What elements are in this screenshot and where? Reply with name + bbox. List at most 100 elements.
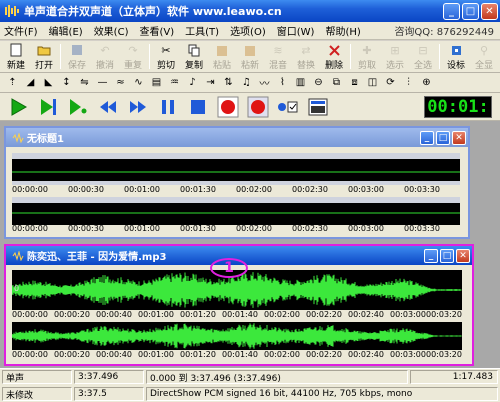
fx-eq-icon[interactable]: ▤ [148,75,165,91]
show-all-icon: ⚲ [479,43,489,57]
time-display: 00:01: [424,95,492,118]
redo-button[interactable]: ↷ 重复 [119,41,147,72]
select-all-button[interactable]: ⊟ 全选 [409,41,437,72]
menu-window[interactable]: 窗口(W) [277,23,315,38]
undo-icon: ↶ [100,43,110,57]
app-icon [5,5,19,17]
copy-icon [187,43,201,57]
play-selection-button[interactable] [36,95,60,119]
track-window-untitled-title: 无标题1 [27,134,64,145]
new-button[interactable]: 新建 [2,41,30,72]
fx-pitch-icon[interactable]: ♪ [184,75,201,91]
fx-noise-icon[interactable]: ♒ [166,75,183,91]
menu-tools[interactable]: 工具(T) [185,23,219,38]
child-close-button[interactable]: ✕ [452,130,466,145]
copy-label: 复制 [184,61,203,71]
marker-label: 设标 [446,61,465,71]
monitor-button[interactable] [276,95,300,119]
waveform-channel-2[interactable] [12,197,460,225]
delete-icon [327,43,341,57]
waveform-channel-1[interactable] [12,153,460,185]
pause-icon [162,99,174,114]
track-window-song[interactable]: 陈奕迅、王菲 - 因为爱情.mp3 _ □ ✕ 0 00:00:00 00:00… [4,244,474,366]
fx-vibrato-icon[interactable]: 〰 [256,75,273,91]
paste-label: 粘贴 [212,61,231,71]
status-modified: 未修改 [2,387,72,401]
menu-file[interactable]: 文件(F) [4,23,38,38]
copy-button[interactable]: 复制 [180,41,208,72]
fast-forward-button[interactable] [126,95,150,119]
fx-stereo-icon[interactable]: ⧉ [328,75,345,91]
menu-options[interactable]: 选项(O) [230,23,266,38]
fx-delay-icon[interactable]: ∿ [130,75,147,91]
fx-fade-in-icon[interactable]: ◢ [22,75,39,91]
pause-button[interactable] [156,95,180,119]
trim-button[interactable]: ✚ 剪取 [353,41,381,72]
open-button[interactable]: 打开 [30,41,58,72]
marker-number: 1 [224,260,234,276]
show-all-button[interactable]: ⚲ 全显 [470,41,498,72]
fx-mix-icon[interactable]: ⊕ [418,75,435,91]
close-button[interactable]: ✕ [481,2,498,20]
paste-button[interactable]: 粘贴 [208,41,236,72]
fx-resample-icon[interactable]: ⟳ [382,75,399,91]
child-maximize-button[interactable]: □ [436,130,450,145]
fx-flanger-icon[interactable]: ⌇ [274,75,291,91]
fx-mono-icon[interactable]: ◫ [364,75,381,91]
fx-fade-out-icon[interactable]: ◣ [40,75,57,91]
fx-channel-icon[interactable]: ⧈ [346,75,363,91]
paste-icon [215,43,229,57]
record-selection-button[interactable] [246,95,270,119]
replace-button[interactable]: ⇄ 替换 [292,41,320,72]
paste-new-label: 粘新 [240,61,259,71]
open-label: 打开 [34,61,53,71]
paste-new-button[interactable]: 粘新 [236,41,264,72]
app-title-bar[interactable]: 单声道合并双声道（立体声）软件 www.leawo.cn _ □ ✕ [0,0,500,22]
maximize-button[interactable]: □ [462,2,479,20]
track-window-untitled[interactable]: 无标题1 _ □ ✕ 00:00:00 00:00:30 00:01:00 00… [4,126,470,239]
track-window-untitled-titlebar[interactable]: 无标题1 _ □ ✕ [6,128,468,147]
marker-button[interactable]: 设标 [442,41,470,72]
menu-help[interactable]: 帮助(H) [325,23,360,38]
display-toggle-button[interactable] [306,95,330,119]
play-button[interactable] [6,95,30,119]
fx-chorus-icon[interactable]: ♫ [238,75,255,91]
fx-dc-offset-icon[interactable]: ⊖ [310,75,327,91]
rewind-button[interactable] [96,95,120,119]
undo-button[interactable]: ↶ 撤消 [91,41,119,72]
cut-button[interactable]: ✂ 剪切 [152,41,180,72]
save-button[interactable]: 保存 [63,41,91,72]
fx-invert-icon[interactable]: ⇅ [220,75,237,91]
zero-label: 0 [14,284,20,293]
fx-amplify-icon[interactable]: ⇡ [4,75,21,91]
fx-filter-icon[interactable]: ⫶ [400,75,417,91]
mix-button[interactable]: ≋ 混音 [264,41,292,72]
fx-reverse-icon[interactable]: ⇋ [76,75,93,91]
child-maximize-button[interactable]: □ [440,248,454,263]
menu-view[interactable]: 查看(V) [139,23,174,38]
fx-tempo-icon[interactable]: ⇥ [202,75,219,91]
menu-edit[interactable]: 编辑(E) [49,23,83,38]
select-view-button[interactable]: ⊞ 选示 [381,41,409,72]
child-minimize-button[interactable]: _ [420,130,434,145]
fx-compressor-icon[interactable]: ▥ [292,75,309,91]
wave-doc-icon [12,250,24,261]
menu-effects[interactable]: 效果(C) [94,23,129,38]
minimize-button[interactable]: _ [443,2,460,20]
delete-button[interactable]: 删除 [320,41,348,72]
song-waveform-channel-2[interactable] [12,322,462,350]
fx-normalize-icon[interactable]: ↕ [58,75,75,91]
cut-label: 剪切 [156,61,175,71]
child-close-button[interactable]: ✕ [456,248,470,263]
play-from-cursor-button[interactable] [66,95,90,119]
stop-button[interactable] [186,95,210,119]
redo-label: 重复 [123,61,142,71]
child-minimize-button[interactable]: _ [424,248,438,263]
song-waveform-bottom [12,323,462,349]
fx-echo-icon[interactable]: ≈ [112,75,129,91]
menu-bar: 文件(F) 编辑(E) 效果(C) 查看(V) 工具(T) 选项(O) 窗口(W… [0,22,500,40]
transport-toolbar: 00:01: [0,93,500,121]
fx-silence-icon[interactable]: — [94,75,111,91]
record-button[interactable] [216,95,240,119]
display-icon [308,98,328,115]
